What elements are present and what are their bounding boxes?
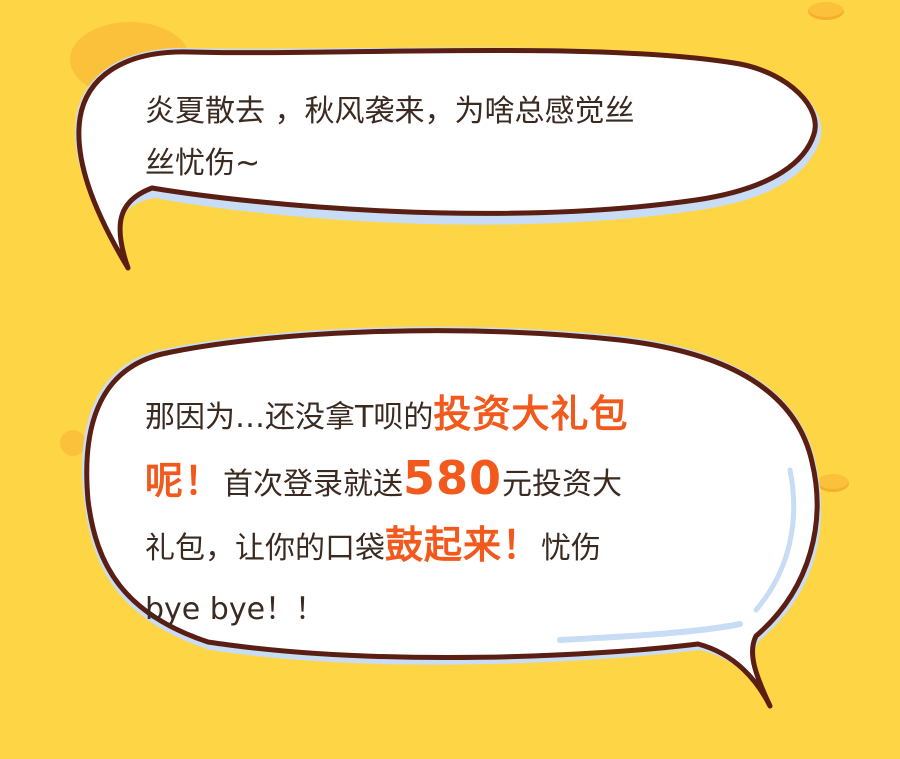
top-bubble-line-2: 丝忧伤~: [145, 146, 261, 181]
highlight-exclaim: 呢！: [145, 459, 224, 503]
text-segment: 礼包，让你的口袋: [145, 531, 385, 566]
highlight-amount: 580: [403, 451, 503, 505]
text-segment: 首次登录就送: [223, 467, 404, 502]
bottom-line-3: 礼包，让你的口袋鼓起来！忧伤: [145, 515, 745, 579]
bottom-bubble-text: 那因为…还没拿T呗的投资大礼包 呢！首次登录就送580元投资大 礼包，让你的口袋…: [145, 384, 745, 640]
bottom-line-2: 呢！首次登录就送580元投资大: [145, 448, 745, 515]
text-segment: 元投资大: [502, 467, 623, 502]
top-bubble-text: 炎夏散去 ，秋风袭来，为啥总感觉丝 丝忧伤~: [145, 86, 745, 190]
highlight-gift-pack: 投资大礼包: [433, 392, 629, 436]
text-segment: 那因为…还没拿T呗的: [145, 400, 434, 435]
highlight-pocket: 鼓起来！: [385, 523, 542, 567]
bottom-line-4: bye bye！！: [145, 592, 326, 627]
text-segment: 忧伤: [541, 531, 602, 566]
top-bubble-line-1: 炎夏散去 ，秋风袭来，为啥总感觉丝: [145, 94, 635, 129]
bottom-line-1: 那因为…还没拿T呗的投资大礼包: [145, 384, 745, 448]
